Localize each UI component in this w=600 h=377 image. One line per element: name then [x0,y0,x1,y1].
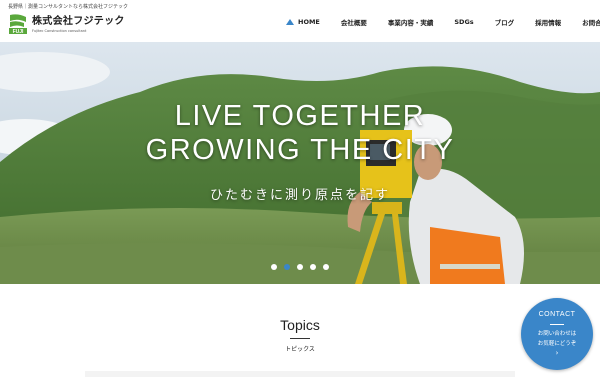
slider-dot-2[interactable] [284,264,290,270]
hero-subtitle: ひたむきに測り原点を記す [209,188,390,203]
contact-divider [550,324,564,325]
main-nav: HOME 会社概要 事業内容・実績 SDGs ブログ 採用情報 お問合せ [286,17,600,27]
slider-dot-1[interactable] [271,264,277,270]
nav-item-label: HOME [298,18,320,26]
triangle-icon [286,19,294,25]
nav-item-label: 採用情報 [535,19,562,27]
nav-item-sdgs[interactable]: SDGs [454,17,473,27]
company-logo[interactable]: FUJI 株式会社フジテック Fujitec Construction cons… [8,13,125,35]
nav-item-label: お問合せ [582,19,600,27]
nav-item-blog[interactable]: ブログ [495,17,515,27]
slider-dot-5[interactable] [323,264,329,270]
chevron-right-icon: › [555,349,559,357]
slider-dot-4[interactable] [310,264,316,270]
nav-item-business[interactable]: 事業内容・実績 [388,17,434,27]
nav-item-label: 事業内容・実績 [387,19,434,27]
nav-item-label: SDGs [454,18,474,26]
topics-list-area [85,371,515,377]
nav-item-contact[interactable]: お問合せ [582,17,600,27]
contact-line1: お問い合わせは [537,331,577,337]
nav-item-company[interactable]: 会社概要 [341,17,367,27]
slider-dots [271,264,329,270]
topics-heading: Topics [280,317,320,333]
company-name: 株式会社フジテック [32,15,125,27]
contact-title: CONTACT [538,311,576,318]
contact-line2: お気軽にどうぞ [537,341,577,347]
logo-letters: FUJI [13,29,24,35]
nav-item-recruit[interactable]: 採用情報 [535,17,561,27]
contact-button[interactable]: CONTACT お問い合わせは お気軽にどうぞ › [521,298,593,370]
nav-item-label: ブログ [494,19,515,27]
topics-divider [290,338,310,339]
logo-mark-icon: FUJI [8,13,28,35]
slider-dot-3[interactable] [297,264,303,270]
nav-item-home[interactable]: HOME [286,17,320,27]
hero-title-line2: GROWING THE CITY [145,134,455,166]
company-name-en: Fujitec Construction consultant [32,28,87,33]
nav-item-label: 会社概要 [340,19,367,27]
topics-subheading: トピックス [285,346,315,353]
hero-slider: LIVE TOGETHER GROWING THE CITY ひたむきに測り原点… [0,42,600,284]
header-tagline: 長野県｜測量コンサルタントなら株式会社フジテック [8,4,129,10]
hero-title-line1: LIVE TOGETHER [174,100,426,132]
